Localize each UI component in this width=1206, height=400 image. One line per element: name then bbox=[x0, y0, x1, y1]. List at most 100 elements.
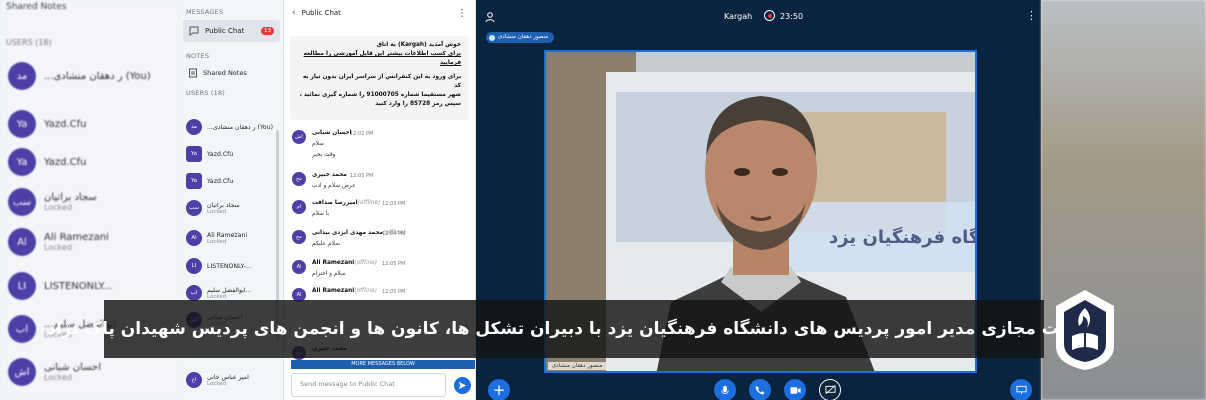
avatar: Al bbox=[8, 228, 36, 256]
bg-user-row: سب سجاد براتیان Locked bbox=[8, 188, 164, 216]
avatar: مد bbox=[186, 119, 202, 135]
avatar: Ya bbox=[186, 173, 202, 189]
message-time: 12:05 PM bbox=[382, 289, 406, 295]
avatar: اب bbox=[186, 285, 202, 301]
welcome-message: خوش آمدید (Kargah) به اتاق برای کسب اطلا… bbox=[290, 36, 469, 120]
bg-user-row: Ya Yazd.Cfu bbox=[8, 148, 164, 176]
avatar: Ya bbox=[8, 110, 36, 138]
screen-share-button[interactable] bbox=[819, 379, 841, 400]
message-time: 12:03 PM bbox=[382, 201, 406, 207]
bg-user-row: Al Ali Ramezani Locked bbox=[8, 228, 164, 256]
message-time: 12:05 PM bbox=[382, 261, 406, 267]
bg-user-name: Yazd.Cfu bbox=[44, 118, 87, 130]
user-status: Locked bbox=[207, 208, 227, 215]
bg-user-status: Locked bbox=[44, 243, 72, 252]
user-list-item[interactable]: LI LISTENONLY-... bbox=[186, 258, 252, 274]
welcome-line: سپس رمز 85728 را وارد کنید bbox=[375, 100, 461, 107]
actions-button[interactable]: + bbox=[488, 379, 510, 400]
user-list-item[interactable]: Ya Yazd.Cfu bbox=[186, 173, 233, 189]
user-list-item[interactable]: اخ امیر عباس خانی Locked bbox=[186, 372, 249, 388]
unread-badge: 13 bbox=[261, 27, 274, 35]
message-text: عرض سلام و ادب bbox=[312, 183, 356, 189]
send-button[interactable] bbox=[454, 377, 471, 394]
public-chat-item[interactable]: Public Chat 13 bbox=[183, 20, 280, 42]
presentation-button[interactable] bbox=[1010, 379, 1032, 400]
user-name: ابوالفضل سلیم... bbox=[207, 286, 252, 294]
shared-notes-item[interactable]: Shared Notes bbox=[183, 63, 280, 83]
avatar: مح bbox=[292, 172, 306, 186]
user-list-item[interactable]: Ya Yazd.Cfu bbox=[186, 146, 233, 162]
bg-user-name: احسان شبانی bbox=[44, 362, 102, 373]
bg-user-status: Locked bbox=[44, 203, 72, 212]
avatar: LI bbox=[186, 258, 202, 274]
message-text: سلام bbox=[312, 141, 324, 147]
chat-icon bbox=[189, 26, 199, 36]
leave-user-icon[interactable] bbox=[484, 11, 496, 23]
chat-header: ‹ Public Chat ⋮ bbox=[284, 0, 475, 26]
message-author: احسان شبانی bbox=[312, 130, 352, 136]
session-timer: 23:50 bbox=[780, 12, 804, 21]
user-name: امیر عباس خانی bbox=[207, 373, 249, 381]
bg-user-name: Ali Ramezani bbox=[44, 232, 109, 243]
message-text: با سلام bbox=[312, 211, 330, 217]
message-text: سلام علیکم bbox=[312, 241, 340, 247]
message-text: وقت بخیر bbox=[312, 152, 336, 158]
microphone-icon bbox=[721, 385, 729, 394]
avatar: مد bbox=[8, 62, 36, 90]
user-name: ...ر دهقان منشادی (You) bbox=[207, 123, 274, 131]
bg-shared-notes: Shared Notes bbox=[6, 2, 67, 12]
welcome-line: برای کسب اطلاعات بیشتر این فایل آموزشی ر… bbox=[303, 50, 461, 66]
user-list-item[interactable]: مد ...ر دهقان منشادی (You) bbox=[186, 119, 273, 135]
user-list-item[interactable]: سب سجاد براتیان Locked bbox=[186, 200, 240, 216]
webcam-name-label: منصور دهقان منشادی bbox=[548, 362, 607, 370]
presentation-icon bbox=[1015, 385, 1027, 395]
audio-button[interactable] bbox=[749, 379, 771, 400]
users-section-title: USERS (18) bbox=[186, 89, 226, 97]
chat-options-icon[interactable]: ⋮ bbox=[457, 8, 467, 19]
message-time: 12:03 PM bbox=[350, 173, 374, 179]
bg-user-status: Locked bbox=[44, 373, 72, 382]
notes-icon bbox=[189, 68, 197, 78]
user-status: Locked bbox=[207, 238, 227, 245]
message-author: امیررضا صداقت(offline) bbox=[312, 200, 381, 206]
welcome-line: خوش آمدید (Kargah) به اتاق bbox=[376, 42, 461, 48]
welcome-line: شهر مستقیما شماره 91000705 را شماره گیری… bbox=[299, 91, 461, 98]
options-icon[interactable]: ⋮ bbox=[1026, 9, 1037, 22]
avatar: Ya bbox=[8, 148, 36, 176]
bg-user-row: اش احسان شبانی Locked bbox=[8, 358, 164, 386]
message-author: Ali Ramezani(offline) bbox=[312, 288, 377, 294]
video-banner-text: دانشگاه فرهنگیان یزد bbox=[829, 227, 975, 248]
caption-text: نشست مجازی مدیر امور پردیس های دانشگاه ف… bbox=[47, 319, 1101, 339]
user-name: سجاد براتیان bbox=[207, 201, 240, 209]
chevron-left-icon[interactable]: ‹ bbox=[292, 8, 296, 18]
avatar: ام bbox=[292, 200, 306, 214]
presenter-dot-icon bbox=[489, 34, 495, 41]
message-author: Ali Ramezani(offline) bbox=[312, 260, 377, 266]
user-list-item[interactable]: اب ابوالفضل سلیم... Locked bbox=[186, 285, 252, 301]
user-status: Locked bbox=[207, 380, 227, 387]
university-logo bbox=[1050, 286, 1120, 372]
mic-button[interactable] bbox=[714, 379, 736, 400]
message-author: محمد خبیری bbox=[312, 172, 347, 178]
user-name: Ali Ramezani bbox=[207, 231, 248, 239]
avatar: Ya bbox=[186, 146, 202, 162]
user-name: LISTENONLY-... bbox=[207, 262, 252, 270]
presenter-name: منصور دهقان منشادی bbox=[498, 34, 549, 40]
user-name: Yazd.Cfu bbox=[207, 177, 234, 185]
more-messages-button[interactable]: MORE MESSAGES BELOW bbox=[291, 360, 475, 369]
avatar: اخ bbox=[186, 372, 202, 388]
chat-input-placeholder: Send message to Public Chat bbox=[300, 380, 395, 388]
user-status: Locked bbox=[207, 293, 227, 300]
recording-icon[interactable] bbox=[764, 10, 775, 21]
bg-user-row: LI LISTENONLY... bbox=[8, 272, 164, 300]
message-text: سلام و احترام bbox=[312, 271, 346, 277]
user-list-item[interactable]: Al Ali Ramezani Locked bbox=[186, 230, 247, 246]
bg-users-header: USERS (18) bbox=[6, 38, 52, 47]
bg-user-name: سجاد براتیان bbox=[44, 192, 97, 203]
camera-button[interactable] bbox=[784, 379, 806, 400]
chat-input[interactable]: Send message to Public Chat bbox=[291, 373, 446, 397]
bg-user-name: LISTENONLY... bbox=[44, 280, 112, 292]
avatar: اش bbox=[8, 358, 36, 386]
public-chat-label: Public Chat bbox=[205, 27, 245, 35]
avatar: اش bbox=[292, 130, 306, 144]
